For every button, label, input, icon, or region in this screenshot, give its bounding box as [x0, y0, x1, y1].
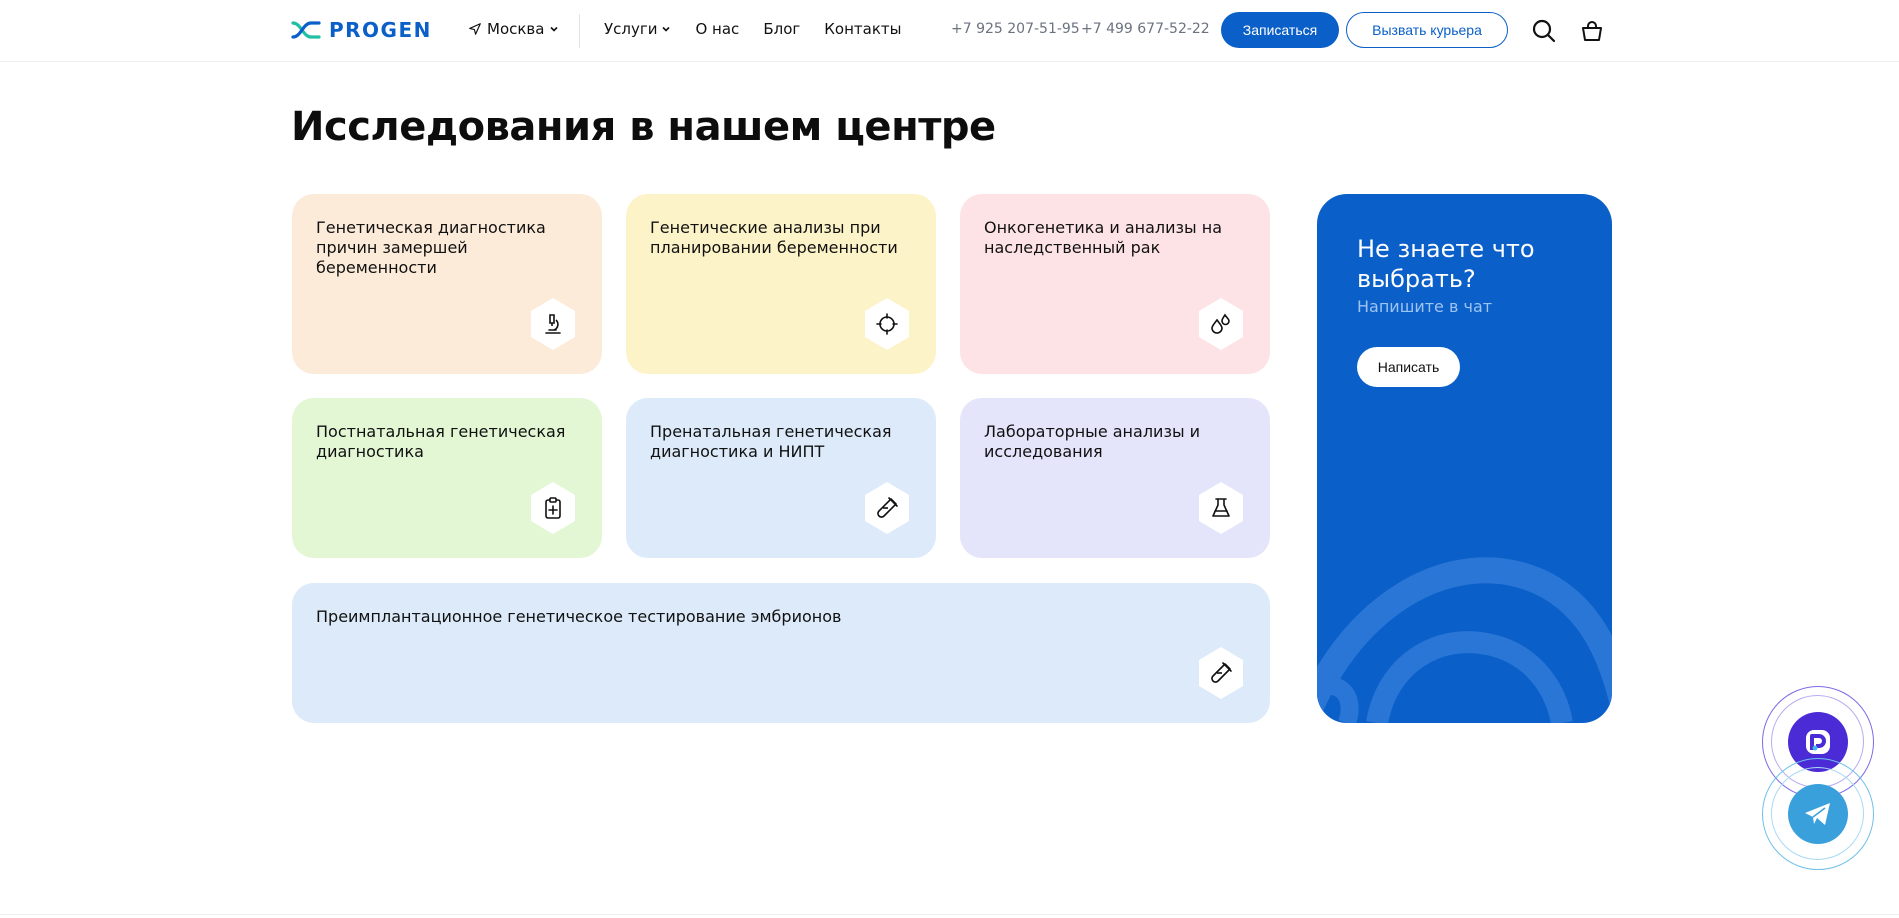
main-nav: Услуги О нас Блог Контакты [604, 20, 901, 38]
chevron-down-icon [662, 26, 671, 32]
card-title: Генетическая диагностика причин замершей… [316, 218, 546, 277]
crosshair-icon [876, 313, 898, 335]
service-card-pregnancy-planning[interactable]: Генетические анализы при планировании бе… [626, 194, 936, 374]
nav-item-label: Услуги [604, 20, 658, 38]
telegram-button[interactable] [1762, 758, 1874, 870]
telegram-icon [1805, 803, 1830, 825]
promo-title: Не знаете что выбрать? [1357, 235, 1535, 293]
nav-item-label: О нас [695, 20, 740, 38]
service-card-lab-tests[interactable]: Лабораторные анализы и исследования [960, 398, 1270, 558]
service-card-missed-pregnancy[interactable]: Генетическая диагностика причин замершей… [292, 194, 602, 374]
card-title: Пренатальная генетическая диагностика и … [650, 422, 892, 461]
chat-app-icon [1806, 730, 1830, 754]
page-title: Исследования в нашем центре [291, 104, 996, 150]
card-icon-badge [1196, 296, 1246, 352]
service-card-prenatal[interactable]: Пренатальная генетическая диагностика и … [626, 398, 936, 558]
card-title: Постнатальная генетическая диагностика [316, 422, 566, 461]
header-divider [579, 14, 580, 48]
nav-item-label: Блог [763, 20, 801, 38]
card-title: Лабораторные анализы и исследования [984, 422, 1201, 461]
card-title: Генетические анализы при планировании бе… [650, 218, 898, 257]
search-icon[interactable] [1531, 18, 1557, 44]
nav-item-label: Контакты [824, 20, 902, 38]
signup-button[interactable]: Записаться [1221, 12, 1339, 48]
cart-icon[interactable] [1579, 18, 1605, 44]
nav-item-blog[interactable]: Блог [763, 20, 800, 38]
service-card-oncogenetics[interactable]: Онкогенетика и анализы на наследственный… [960, 194, 1270, 374]
city-selector[interactable]: Москва [468, 20, 559, 38]
card-icon-badge [862, 296, 912, 352]
footer-divider [0, 914, 1899, 915]
chat-promo-card: Не знаете что выбрать? Напишите в чат На… [1317, 194, 1612, 723]
service-card-postnatal[interactable]: Постнатальная генетическая диагностика [292, 398, 602, 558]
promo-subtitle: Напишите в чат [1357, 297, 1493, 316]
card-icon-badge [1196, 645, 1246, 701]
drops-icon [1211, 313, 1230, 334]
clipboard-plus-icon [545, 497, 561, 519]
card-title: Преимплантационное генетическое тестиров… [316, 607, 842, 626]
nav-item-contacts[interactable]: Контакты [824, 20, 901, 38]
card-icon-badge [1196, 480, 1246, 536]
microscope-icon [545, 314, 561, 334]
nav-item-services[interactable]: Услуги [604, 20, 671, 38]
card-title: Онкогенетика и анализы на наследственный… [984, 218, 1223, 257]
card-icon-badge [528, 480, 578, 536]
phone-link-1[interactable]: +7 925 207-51-95 [951, 21, 1080, 37]
write-chat-button[interactable]: Написать [1357, 347, 1460, 387]
decorative-waves [1317, 557, 1612, 723]
logo-text: PROGEN [329, 18, 432, 42]
site-header: PROGEN Москва Услуги О нас Блог Контакты… [0, 0, 1899, 62]
call-courier-button[interactable]: Вызвать курьера [1346, 12, 1508, 48]
nav-item-about[interactable]: О нас [695, 20, 739, 38]
phone-link-2[interactable]: +7 499 677-52-22 [1081, 21, 1210, 37]
card-icon-badge [862, 480, 912, 536]
flask-icon [1212, 498, 1230, 517]
service-card-embryo-testing[interactable]: Преимплантационное генетическое тестиров… [292, 583, 1270, 723]
city-label: Москва [487, 20, 545, 38]
card-icon-badge [528, 296, 578, 352]
test-tube-icon [877, 497, 898, 518]
location-arrow-icon [469, 23, 481, 35]
logo-icon [291, 21, 321, 39]
logo[interactable]: PROGEN [291, 18, 432, 42]
chevron-down-icon [550, 26, 559, 32]
telegram-circle [1788, 784, 1848, 844]
test-tube-icon [1211, 662, 1232, 683]
